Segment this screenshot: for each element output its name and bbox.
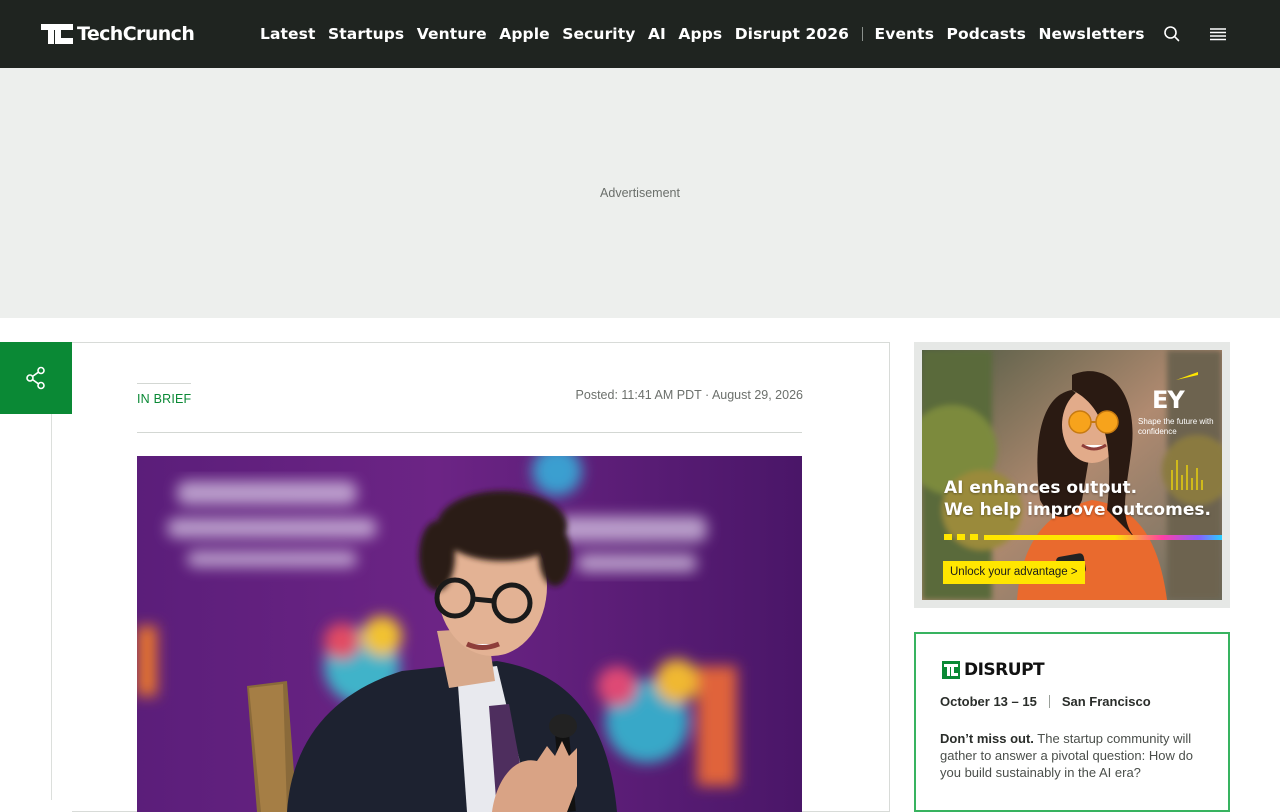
article-hero-image xyxy=(137,456,802,812)
hamburger-menu-icon[interactable] xyxy=(1208,24,1228,44)
techcrunch-mark-icon xyxy=(942,661,960,679)
techcrunch-logo-mark-icon xyxy=(41,24,73,44)
nav-item-apps[interactable]: Apps xyxy=(678,22,722,46)
nav-item-security[interactable]: Security xyxy=(562,22,635,46)
article-kicker[interactable]: IN BRIEF xyxy=(137,383,192,406)
logo-text: TechCrunch xyxy=(77,23,195,45)
top-advertisement-slot: Advertisement xyxy=(0,68,1280,318)
nav-item-latest[interactable]: Latest xyxy=(260,22,316,46)
sidebar-advertisement-slot: EY Shape the future with confidence AI e… xyxy=(914,342,1230,608)
nav-item-events[interactable]: Events xyxy=(875,22,934,46)
search-icon[interactable] xyxy=(1162,24,1182,44)
event-dates: October 13 – 15 xyxy=(940,694,1037,709)
site-header: TechCrunch Latest Startups Venture Apple… xyxy=(0,0,1280,68)
ey-tagline: Shape the future with confidence xyxy=(1138,417,1214,436)
promo-lead: Don’t miss out. xyxy=(940,731,1034,746)
ad-headline: AI enhances output. We help improve outc… xyxy=(944,477,1214,521)
nav-item-apple[interactable]: Apple xyxy=(499,22,550,46)
event-location: San Francisco xyxy=(1061,694,1151,709)
nav-item-newsletters[interactable]: Newsletters xyxy=(1038,22,1144,46)
disrupt-logo[interactable]: DISRUPT xyxy=(942,660,1045,680)
ey-logo: EY xyxy=(1152,386,1185,414)
share-button[interactable] xyxy=(0,342,72,414)
share-icon xyxy=(26,366,45,390)
main-nav: Latest Startups Venture Apple Security A… xyxy=(260,22,1157,46)
ey-banner-ad[interactable]: EY Shape the future with confidence AI e… xyxy=(922,350,1222,600)
nav-divider xyxy=(861,27,863,41)
ad-cta-button[interactable]: Unlock your advantage > xyxy=(943,561,1085,584)
nav-item-ai[interactable]: AI xyxy=(648,22,666,46)
nav-item-disrupt-2026[interactable]: Disrupt 2026 xyxy=(735,22,849,46)
article-card: IN BRIEF Posted: 11:41 AM PDT · August 2… xyxy=(72,342,890,812)
promo-description: Don’t miss out. The startup community wi… xyxy=(940,730,1202,781)
ad-headline-line-2: We help improve outcomes. xyxy=(944,500,1211,520)
nav-item-venture[interactable]: Venture xyxy=(417,22,487,46)
article-posted-date: Posted: 11:41 AM PDT · August 29, 2026 xyxy=(575,388,803,402)
ad-headline-line-1: AI enhances output. xyxy=(944,478,1138,498)
nav-item-startups[interactable]: Startups xyxy=(328,22,404,46)
nav-item-podcasts[interactable]: Podcasts xyxy=(947,22,1026,46)
techcrunch-logo[interactable]: TechCrunch xyxy=(41,20,195,48)
share-rail-line xyxy=(51,414,52,800)
disrupt-wordmark: DISRUPT xyxy=(964,660,1045,680)
event-meta: October 13 – 15 San Francisco xyxy=(940,694,1151,709)
meta-divider xyxy=(1048,695,1050,708)
advertisement-label: Advertisement xyxy=(600,186,680,200)
article-divider xyxy=(137,432,802,433)
disrupt-promo-card: DISRUPT October 13 – 15 San Francisco Do… xyxy=(914,632,1230,812)
